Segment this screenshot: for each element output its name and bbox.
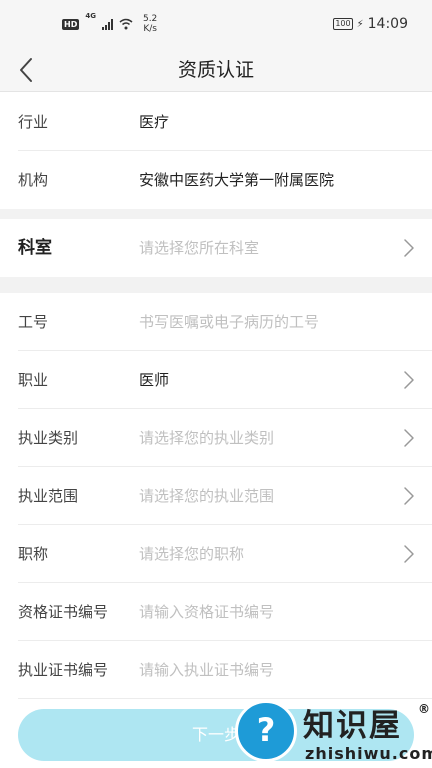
field-row-practice-scope[interactable]: 执业范围 请选择您的执业范围 [0, 467, 432, 525]
wifi-icon [119, 18, 133, 30]
field-row-department[interactable]: 科室 请选择您所在科室 [0, 219, 432, 277]
network-type: 4G [85, 12, 96, 20]
question-icon: ? [256, 711, 276, 749]
back-button[interactable] [8, 52, 44, 88]
professional-title-select[interactable]: 请选择您的职称 [139, 525, 244, 583]
practice-scope-select[interactable]: 请选择您的执业范围 [139, 467, 274, 525]
speed-value: 5.2 [142, 14, 158, 24]
field-label: 执业范围 [18, 487, 79, 505]
field-label: 职称 [18, 545, 49, 563]
practice-category-select[interactable]: 请选择您的执业类别 [139, 409, 274, 467]
watermark-url: zhishiwu.com [305, 744, 432, 763]
employee-id-input[interactable]: 书写医嘱或电子病历的工号 [139, 293, 319, 351]
field-row-title[interactable]: 职称 请选择您的职称 [0, 525, 432, 583]
clock: 14:09 [367, 16, 408, 32]
watermark-name: 知识屋 [303, 708, 402, 744]
field-row-institution: 机构 安徽中医药大学第一附属医院 [0, 151, 432, 209]
charging-icon: ⚡ [356, 18, 364, 30]
registered-mark: ® [418, 702, 430, 716]
field-label: 行业 [18, 113, 49, 131]
chevron-left-icon [20, 58, 32, 82]
status-left: HD 4G 5.2 K/s [62, 12, 157, 34]
watermark: ? 知识屋 ® zhishiwu.com [235, 698, 432, 768]
section-separator [0, 209, 432, 219]
field-value: 医疗 [139, 113, 170, 131]
practice-cert-input[interactable]: 请输入执业证书编号 [139, 641, 274, 699]
status-bar: HD 4G 5.2 K/s 100 ⚡ 14:09 [0, 0, 432, 48]
field-label: 执业类别 [18, 429, 79, 447]
chevron-right-icon [404, 371, 414, 389]
field-row-qualification-cert[interactable]: 资格证书编号 请输入资格证书编号 [0, 583, 432, 641]
field-row-occupation[interactable]: 职业 医师 [0, 351, 432, 409]
department-select[interactable]: 请选择您所在科室 [139, 219, 259, 277]
field-row-practice-cert[interactable]: 执业证书编号 请输入执业证书编号 [0, 641, 432, 699]
chevron-right-icon [404, 239, 414, 257]
qualification-cert-input[interactable]: 请输入资格证书编号 [139, 583, 274, 641]
hd-badge: HD [62, 18, 80, 30]
section-separator [0, 277, 432, 293]
field-row-employee-id[interactable]: 工号 书写医嘱或电子病历的工号 [0, 293, 432, 351]
field-label: 执业证书编号 [18, 661, 109, 679]
signal-icon [101, 18, 113, 30]
page-title: 资质认证 [177, 59, 254, 81]
battery-icon: 100 [333, 18, 353, 30]
watermark-logo: ? [235, 700, 297, 762]
field-label: 职业 [18, 371, 49, 389]
occupation-select[interactable]: 医师 [139, 351, 169, 409]
field-label: 工号 [18, 313, 49, 331]
speed-unit: K/s [143, 24, 157, 34]
nav-bar: 资质认证 [0, 48, 432, 92]
field-label: 资格证书编号 [18, 603, 109, 621]
field-row-industry: 行业 医疗 [0, 93, 432, 151]
chevron-right-icon [404, 487, 414, 505]
chevron-right-icon [404, 429, 414, 447]
field-value: 安徽中医药大学第一附属医院 [139, 171, 335, 189]
field-label: 科室 [18, 238, 52, 258]
chevron-right-icon [404, 545, 414, 563]
field-row-practice-category[interactable]: 执业类别 请选择您的执业类别 [0, 409, 432, 467]
network-speed: 5.2 K/s [143, 14, 157, 34]
field-label: 机构 [18, 171, 49, 189]
status-right: 100 ⚡ 14:09 [333, 16, 408, 32]
